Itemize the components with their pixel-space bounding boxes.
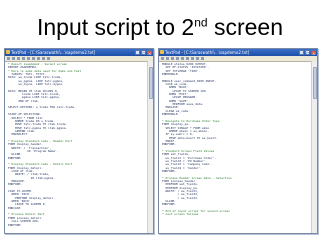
app-icon	[160, 50, 164, 54]
window-title: TextPad - [C:\Saraswathi\...\sapdemo2.tx…	[165, 50, 250, 55]
paste-icon[interactable]	[37, 57, 40, 60]
save-icon[interactable]	[17, 57, 20, 60]
window-titlebar[interactable]: TextPad - [C:\Saraswathi\...\sapdemo2.tx…	[159, 49, 317, 56]
minimize-icon[interactable]: _	[299, 50, 304, 56]
find-icon[interactable]	[201, 57, 204, 60]
cut-icon[interactable]	[181, 57, 184, 60]
scrollbar-thumb[interactable]	[312, 67, 317, 99]
undo-icon[interactable]	[196, 57, 199, 60]
copy-icon[interactable]	[32, 57, 35, 60]
code-line: * next screen follows	[162, 213, 199, 217]
vertical-scrollbar[interactable]	[311, 61, 317, 233]
open-file-icon[interactable]	[166, 57, 169, 60]
close-icon[interactable]: ×	[147, 50, 152, 56]
window-titlebar[interactable]: TextPad - [C:\Saraswathi\...\sapdemo2.tx…	[5, 49, 153, 56]
scrollbar-thumb[interactable]	[148, 67, 153, 99]
minimize-icon[interactable]: _	[135, 50, 140, 56]
close-icon[interactable]: ×	[311, 50, 316, 56]
editor-window-right: TextPad - [C:\Saraswathi\...\sapdemo2.tx…	[158, 48, 318, 234]
slide-title-superscript: nd	[194, 15, 208, 30]
paste-icon[interactable]	[191, 57, 194, 60]
undo-icon[interactable]	[42, 57, 45, 60]
save-icon[interactable]	[171, 57, 174, 60]
code-text-area[interactable]: * Report zsapdemo2 - Second screen REPORT…	[5, 62, 153, 227]
copy-icon[interactable]	[186, 57, 189, 60]
cut-icon[interactable]	[27, 57, 30, 60]
slide-title-tail: screen	[207, 14, 284, 40]
print-icon[interactable]	[176, 57, 179, 60]
slide-title: Input script to 2nd screen	[0, 14, 320, 41]
maximize-icon[interactable]: □	[305, 50, 310, 56]
maximize-icon[interactable]: □	[141, 50, 146, 56]
new-file-icon[interactable]	[161, 57, 164, 60]
code-line: ENDFORM.	[8, 223, 22, 227]
slide-title-main: Input script to 2	[36, 14, 195, 40]
print-icon[interactable]	[22, 57, 25, 60]
vertical-scrollbar[interactable]	[147, 61, 153, 233]
new-file-icon[interactable]	[7, 57, 10, 60]
code-text-area[interactable]: MODULE status_0200 OUTPUT. SET PF-STATUS…	[159, 62, 317, 217]
app-icon	[6, 50, 10, 54]
editor-window-left: TextPad - [C:\Saraswathi\...\sapdemo2.tx…	[4, 48, 154, 234]
find-icon[interactable]	[47, 57, 50, 60]
window-title: TextPad - [C:\Saraswathi\...\sapdemo2.tx…	[11, 50, 96, 55]
open-file-icon[interactable]	[12, 57, 15, 60]
